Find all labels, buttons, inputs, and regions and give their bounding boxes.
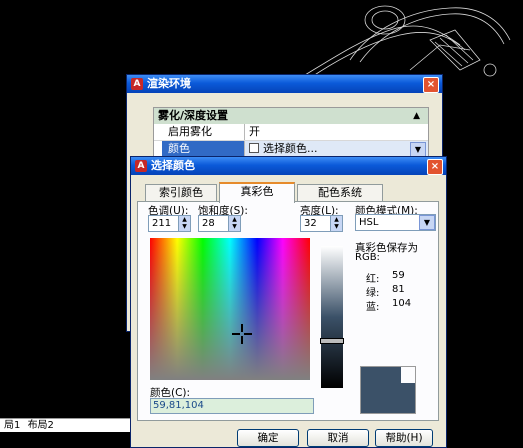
select-color-titlebar[interactable]: A 选择颜色 × (131, 157, 446, 175)
fog-enable-label: 启用雾化 (168, 125, 212, 138)
blue-label: 蓝: (366, 302, 380, 313)
spin-arrows-icon[interactable]: ▲ ▼ (330, 216, 342, 231)
fog-section-title: 雾化/深度设置 (158, 109, 229, 122)
app-icon: A (135, 160, 147, 172)
fog-color-value[interactable]: 选择颜色... (244, 141, 428, 157)
spin-arrows-icon[interactable]: ▲ ▼ (228, 216, 240, 231)
select-color-title: 选择颜色 (151, 159, 195, 172)
collapse-arrow-icon[interactable]: ▲ (413, 108, 420, 124)
red-label: 红: (366, 274, 380, 285)
ok-button[interactable]: 确定 (237, 429, 299, 447)
color-preview (360, 366, 416, 414)
saturation-value: 28 (202, 218, 215, 229)
color-spectrum[interactable] (150, 238, 310, 380)
color-value-field[interactable]: 59,81,104 (150, 398, 314, 414)
true-color-panel: 色调(U): 211 ▲ ▼ 饱和度(S): 28 ▲ ▼ 亮度(L): 32 ▲ ▼… (137, 201, 439, 421)
color-swatch-icon (249, 143, 259, 153)
blue-value: 104 (392, 298, 412, 309)
green-label: 绿: (366, 288, 380, 299)
tab-index-color[interactable]: 索引颜色 (145, 184, 217, 201)
luminance-slider-thumb[interactable] (320, 338, 344, 344)
select-color-dialog: A 选择颜色 × 索引颜色 真彩色 配色系统 色调(U): 211 ▲ ▼ 饱和度… (130, 156, 447, 448)
layout-tabs-bar: 局1 布局2 (0, 418, 130, 433)
cancel-button[interactable]: 取消 (307, 429, 369, 447)
color-model-value: HSL (359, 217, 379, 228)
rgb-label: RGB: (355, 252, 380, 263)
hue-input[interactable]: 211 ▲ ▼ (148, 215, 191, 232)
fog-enable-value[interactable]: 开 (244, 124, 428, 140)
render-environment-titlebar[interactable]: A 渲染环境 × (127, 75, 442, 93)
hue-value: 211 (152, 218, 172, 229)
luminance-input[interactable]: 32 ▲ ▼ (300, 215, 343, 232)
layout-tab-2[interactable]: 布局2 (28, 420, 54, 431)
tab-color-books[interactable]: 配色系统 (297, 184, 383, 201)
close-icon[interactable]: × (423, 77, 439, 93)
help-button[interactable]: 帮助(H) (375, 429, 433, 447)
cad-drawing-sketch (299, 5, 511, 79)
color-model-select[interactable]: HSL ▼ (355, 214, 436, 231)
chevron-down-icon[interactable]: ▼ (419, 215, 435, 230)
fog-color-row[interactable]: 颜色 选择颜色... ▼ (154, 141, 428, 158)
color-preview-notch (401, 367, 415, 383)
close-icon[interactable]: × (427, 159, 443, 175)
cad-status-strip (0, 432, 130, 446)
layout-tab-1[interactable]: 局1 (4, 420, 20, 431)
tab-true-color[interactable]: 真彩色 (219, 182, 295, 203)
fog-color-label: 颜色 (162, 141, 244, 157)
crosshair-icon[interactable] (232, 324, 252, 344)
luminance-slider[interactable] (320, 246, 344, 388)
fog-color-select-text: 选择颜色... (263, 142, 318, 155)
spin-arrows-icon[interactable]: ▲ ▼ (178, 216, 190, 231)
fog-enable-row[interactable]: 启用雾化 开 (154, 124, 428, 141)
green-value: 81 (392, 284, 405, 295)
app-icon: A (131, 78, 143, 90)
red-value: 59 (392, 270, 405, 281)
fog-section-header[interactable]: 雾化/深度设置 ▲ (154, 108, 428, 124)
luminance-value: 32 (304, 218, 317, 229)
render-environment-title: 渲染环境 (147, 77, 191, 90)
saturation-input[interactable]: 28 ▲ ▼ (198, 215, 241, 232)
